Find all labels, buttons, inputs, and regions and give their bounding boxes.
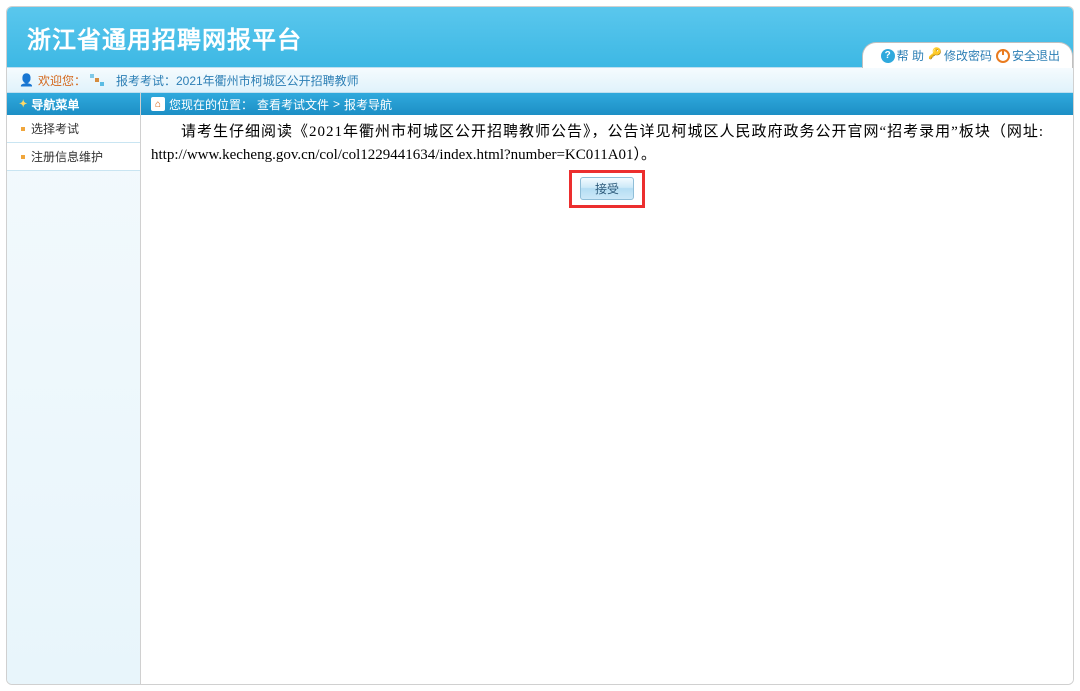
key-icon [928,49,942,63]
sidebar-menu-title: 导航菜单 [7,93,140,115]
bullet-icon [21,155,25,159]
sidebar-item-label: 选择考试 [31,120,79,137]
home-icon: ⌂ [151,97,165,111]
exam-label: 报考考试： [116,72,176,89]
breadcrumb-prefix: 您现在的位置： [169,96,253,113]
help-link[interactable]: ? 帮 助 [881,47,924,64]
power-icon [996,49,1010,63]
app-header: 浙江省通用招聘网报平台 ? 帮 助 修改密码 安全退出 [7,7,1073,67]
help-label: 帮 助 [897,47,924,64]
app-title: 浙江省通用招聘网报平台 [27,20,302,55]
sidebar-item-label: 注册信息维护 [31,148,103,165]
logout-label: 安全退出 [1012,47,1060,64]
header-actions: ? 帮 助 修改密码 安全退出 [862,42,1073,68]
welcome-text: 欢迎您： [38,72,86,89]
breadcrumb-location: 查看考试文件 [257,96,329,113]
bullet-icon [21,127,25,131]
sidebar-item-select-exam[interactable]: 选择考试 [7,115,140,143]
pixel-decoration-icon [90,74,104,86]
user-icon: 👤 [19,73,34,87]
help-icon: ? [881,49,895,63]
logout-link[interactable]: 安全退出 [996,47,1060,64]
notice-line1: 请考生仔细阅读《2021年衢州市柯城区公开招聘教师公告》，公告详见柯城区人民政府… [151,121,1063,144]
sidebar-item-register-info[interactable]: 注册信息维护 [7,143,140,171]
content-area: ⌂ 您现在的位置： 查看考试文件 > 报考导航 请考生仔细阅读《2021年衢州市… [141,93,1073,684]
button-row: 接受 [151,170,1063,208]
change-password-label: 修改密码 [944,47,992,64]
sidebar: 导航菜单 选择考试 注册信息维护 [7,93,141,684]
content-body: 请考生仔细阅读《2021年衢州市柯城区公开招聘教师公告》，公告详见柯城区人民政府… [141,115,1073,214]
exam-name: 2021年衢州市柯城区公开招聘教师 [176,72,359,89]
accept-button[interactable]: 接受 [580,177,634,200]
change-password-link[interactable]: 修改密码 [928,47,992,64]
notice-url: http://www.kecheng.gov.cn/col/col1229441… [151,144,1063,167]
breadcrumb: ⌂ 您现在的位置： 查看考试文件 > 报考导航 [141,93,1073,115]
sub-header-bar: 👤 欢迎您： 报考考试： 2021年衢州市柯城区公开招聘教师 [7,67,1073,93]
accept-button-highlight: 接受 [569,170,645,208]
breadcrumb-separator: > [333,97,340,111]
breadcrumb-nav: 报考导航 [344,96,392,113]
